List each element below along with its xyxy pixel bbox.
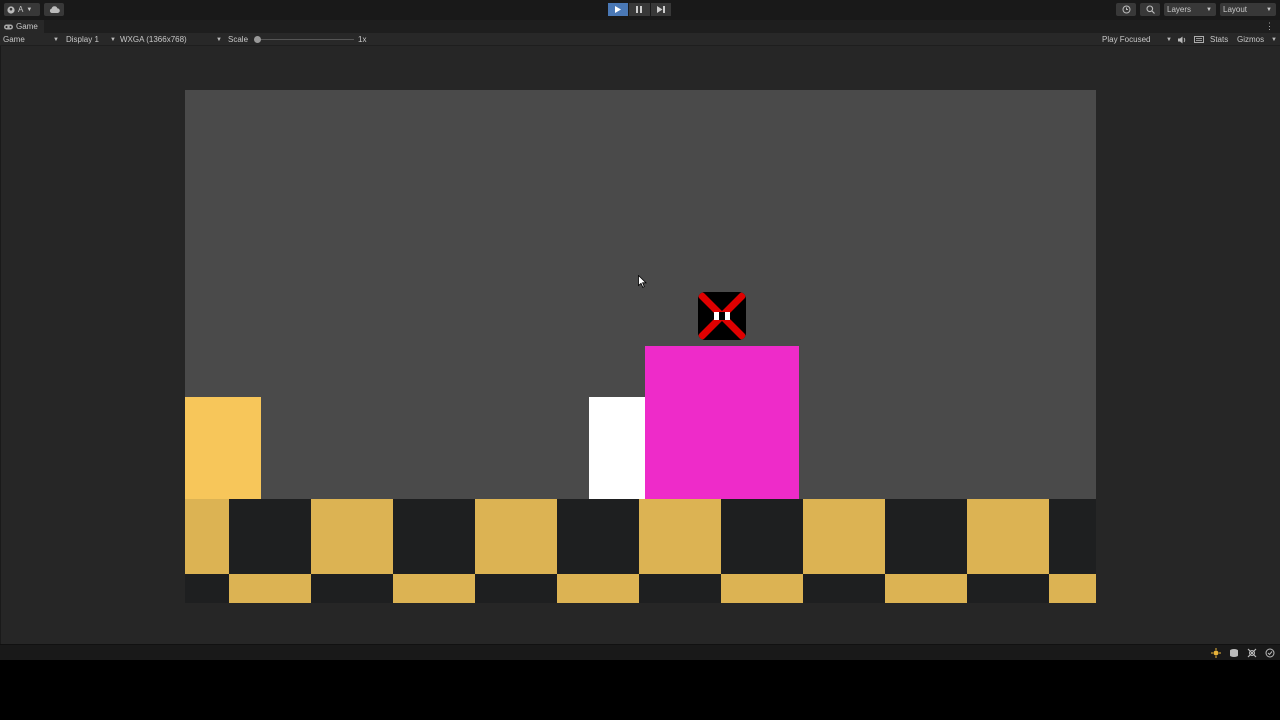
lighting-icon[interactable] [1210, 647, 1222, 659]
game-viewport [0, 46, 1280, 644]
search-button[interactable] [1140, 3, 1160, 16]
chevron-down-icon: ▼ [1206, 6, 1212, 13]
play-icon [615, 6, 622, 13]
cloud-button[interactable] [44, 3, 64, 16]
resolution-label: WXGA (1366x768) [120, 35, 187, 44]
layers-label: Layers [1167, 5, 1192, 14]
chevron-down-icon: ▼ [53, 36, 59, 43]
account-dropdown[interactable]: A ▼ [4, 3, 40, 16]
game-view-controls: Game ▼ Display 1 ▼ WXGA (1366x768) ▼ Sca… [0, 33, 1280, 46]
play-focused-label: Play Focused [1102, 35, 1151, 44]
layers-dropdown[interactable]: Layers ▼ [1164, 3, 1216, 16]
resolution-dropdown[interactable]: WXGA (1366x768) ▼ [120, 33, 222, 46]
main-toolbar: A ▼ Layers ▼ Layout ▼ [0, 0, 1280, 20]
status-icons [1210, 647, 1276, 659]
scale-label: Scale [228, 35, 249, 44]
playmode-controls [608, 3, 672, 16]
keyboard-shortcuts-button[interactable] [1194, 33, 1204, 46]
floor-tile [229, 574, 311, 603]
gamepad-icon [4, 24, 13, 29]
floor-tile [967, 499, 1049, 574]
play-button[interactable] [608, 3, 629, 16]
play-focused-dropdown[interactable]: Play Focused ▼ [1102, 33, 1172, 46]
floor-tile [803, 499, 885, 574]
floor-tile [475, 499, 557, 574]
cloud-icon [49, 6, 60, 13]
pause-icon [636, 6, 643, 13]
search-icon [1145, 5, 1155, 14]
chevron-down-icon: ▼ [1271, 36, 1277, 43]
x-marked-block [698, 292, 746, 340]
mute-audio-button[interactable] [1178, 33, 1187, 46]
account-icon [7, 5, 15, 14]
history-icon [1122, 5, 1130, 14]
kebab-menu-icon[interactable]: ⋮ [1265, 21, 1274, 32]
floor-tile [885, 574, 967, 603]
red-x-icon [698, 292, 746, 340]
tab-label: Game [16, 22, 38, 31]
chevron-down-icon: ▼ [1266, 6, 1272, 13]
chevron-down-icon: ▼ [1166, 36, 1172, 43]
display-label: Display 1 [66, 35, 99, 44]
progress-icon[interactable] [1264, 647, 1276, 659]
status-bar [0, 644, 1280, 660]
chevron-down-icon: ▼ [110, 36, 116, 43]
account-label: A [18, 5, 24, 14]
floor-tile [393, 574, 475, 603]
white-block [589, 397, 645, 499]
scale-value: 1x [358, 35, 367, 44]
tab-game[interactable]: Game [0, 20, 44, 33]
display-dropdown[interactable]: Display 1 ▼ [66, 33, 116, 46]
gizmos-dropdown[interactable]: Gizmos ▼ [1237, 33, 1277, 46]
floor-tile [639, 499, 721, 574]
undo-history-button[interactable] [1116, 3, 1136, 16]
scale-slider-handle[interactable] [254, 36, 261, 43]
stats-icon [1194, 36, 1204, 43]
floor-tile [185, 499, 229, 574]
view-type-dropdown[interactable]: Game ▼ [3, 33, 59, 46]
chevron-down-icon: ▼ [26, 6, 33, 13]
floor-tile [1049, 574, 1096, 603]
checkered-floor [185, 499, 1096, 603]
window-tab-bar: Game ⋮ [0, 20, 1280, 33]
layout-label: Layout [1223, 5, 1248, 14]
stats-toggle[interactable]: Stats [1210, 33, 1228, 46]
cache-icon[interactable] [1228, 647, 1240, 659]
gizmos-label: Gizmos [1237, 35, 1265, 44]
floor-tile [311, 499, 393, 574]
layout-dropdown[interactable]: Layout ▼ [1220, 3, 1276, 16]
mouse-cursor-icon [638, 275, 647, 288]
view-type-label: Game [3, 35, 25, 44]
chevron-down-icon: ▼ [216, 36, 222, 43]
yellow-block [185, 397, 261, 499]
debug-icon[interactable] [1246, 647, 1258, 659]
floor-tile [557, 574, 639, 603]
pause-button[interactable] [629, 3, 650, 16]
scale-slider-track[interactable] [256, 39, 354, 40]
game-screen[interactable] [185, 90, 1096, 603]
step-icon [656, 6, 665, 13]
floor-tile [721, 574, 803, 603]
magenta-block [645, 346, 799, 499]
audio-icon [1178, 36, 1186, 43]
step-button[interactable] [650, 3, 671, 16]
